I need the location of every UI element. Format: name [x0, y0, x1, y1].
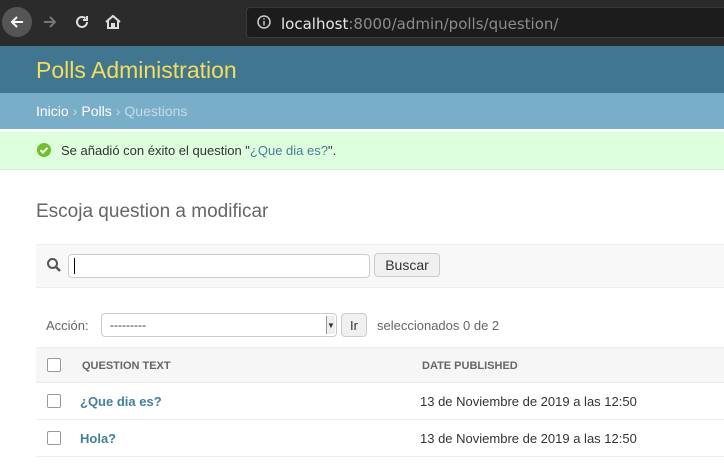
breadcrumb-separator: › — [72, 103, 78, 119]
reload-button[interactable] — [68, 8, 96, 36]
success-message: Se añadió con éxito el question "¿Que di… — [0, 132, 724, 170]
site-header: Polls Administration — [0, 46, 724, 93]
address-bar[interactable]: localhost:8000/admin/polls/question/ — [246, 7, 724, 38]
question-link[interactable]: ¿Que dia es? — [80, 394, 162, 409]
reload-icon — [76, 15, 88, 28]
back-button[interactable] — [2, 7, 32, 37]
search-icon — [47, 258, 61, 272]
message-suffix: ". — [327, 143, 337, 158]
info-icon[interactable] — [257, 15, 271, 29]
url-host: localhost — [281, 15, 349, 33]
action-label: Acción: — [46, 318, 89, 333]
chevron-down-icon: ▼ — [326, 316, 335, 334]
text-cursor — [74, 258, 75, 274]
search-button[interactable]: Buscar — [374, 253, 440, 277]
message-object-link[interactable]: ¿Que dia es? — [250, 143, 328, 158]
page-title: Escoja question a modificar — [36, 201, 269, 222]
message-prefix: Se añadió con éxito el question " — [61, 143, 250, 158]
select-all-checkbox[interactable] — [47, 358, 61, 372]
breadcrumb-separator: › — [115, 103, 121, 119]
arrow-right-icon — [44, 16, 57, 28]
site-brand[interactable]: Polls Administration — [36, 57, 237, 84]
url-path: :8000/admin/polls/question/ — [348, 15, 559, 33]
column-header-date-published[interactable]: DATE PUBLISHED — [422, 360, 518, 372]
check-circle-icon — [37, 143, 51, 157]
breadcrumb-current: Questions — [124, 103, 188, 119]
selection-counter: seleccionados 0 de 2 — [377, 318, 500, 333]
url-text: localhost:8000/admin/polls/question/ — [281, 15, 558, 33]
action-select-value: --------- — [110, 318, 146, 332]
browser-toolbar: localhost:8000/admin/polls/question/ — [0, 0, 724, 46]
table-row: Hola? 13 de Noviembre de 2019 a las 12:5… — [36, 420, 724, 457]
date-published-cell: 13 de Noviembre de 2019 a las 12:50 — [420, 431, 637, 446]
table-header: QUESTION TEXT DATE PUBLISHED — [36, 347, 724, 383]
breadcrumb-app[interactable]: Polls — [81, 103, 111, 119]
home-button[interactable] — [99, 8, 127, 36]
search-input[interactable] — [68, 254, 370, 278]
table-row: ¿Que dia es? 13 de Noviembre de 2019 a l… — [36, 383, 724, 420]
breadcrumb-home[interactable]: Inicio — [36, 103, 69, 119]
breadcrumb: Inicio › Polls › Questions — [0, 93, 724, 129]
action-select[interactable]: --------- ▼ — [101, 313, 337, 337]
row-checkbox[interactable] — [47, 431, 61, 445]
home-icon — [105, 14, 121, 29]
go-button[interactable]: Ir — [341, 313, 367, 337]
question-link[interactable]: Hola? — [80, 431, 116, 446]
success-message-text: Se añadió con éxito el question "¿Que di… — [61, 143, 336, 158]
column-header-question-text[interactable]: QUESTION TEXT — [82, 360, 171, 372]
actions-bar: Acción: --------- ▼ Ir seleccionados 0 d… — [36, 310, 724, 340]
forward-button[interactable] — [36, 8, 64, 36]
arrow-left-icon — [10, 16, 23, 28]
row-checkbox[interactable] — [47, 394, 61, 408]
search-toolbar: Buscar — [36, 244, 724, 288]
date-published-cell: 13 de Noviembre de 2019 a las 12:50 — [420, 394, 637, 409]
